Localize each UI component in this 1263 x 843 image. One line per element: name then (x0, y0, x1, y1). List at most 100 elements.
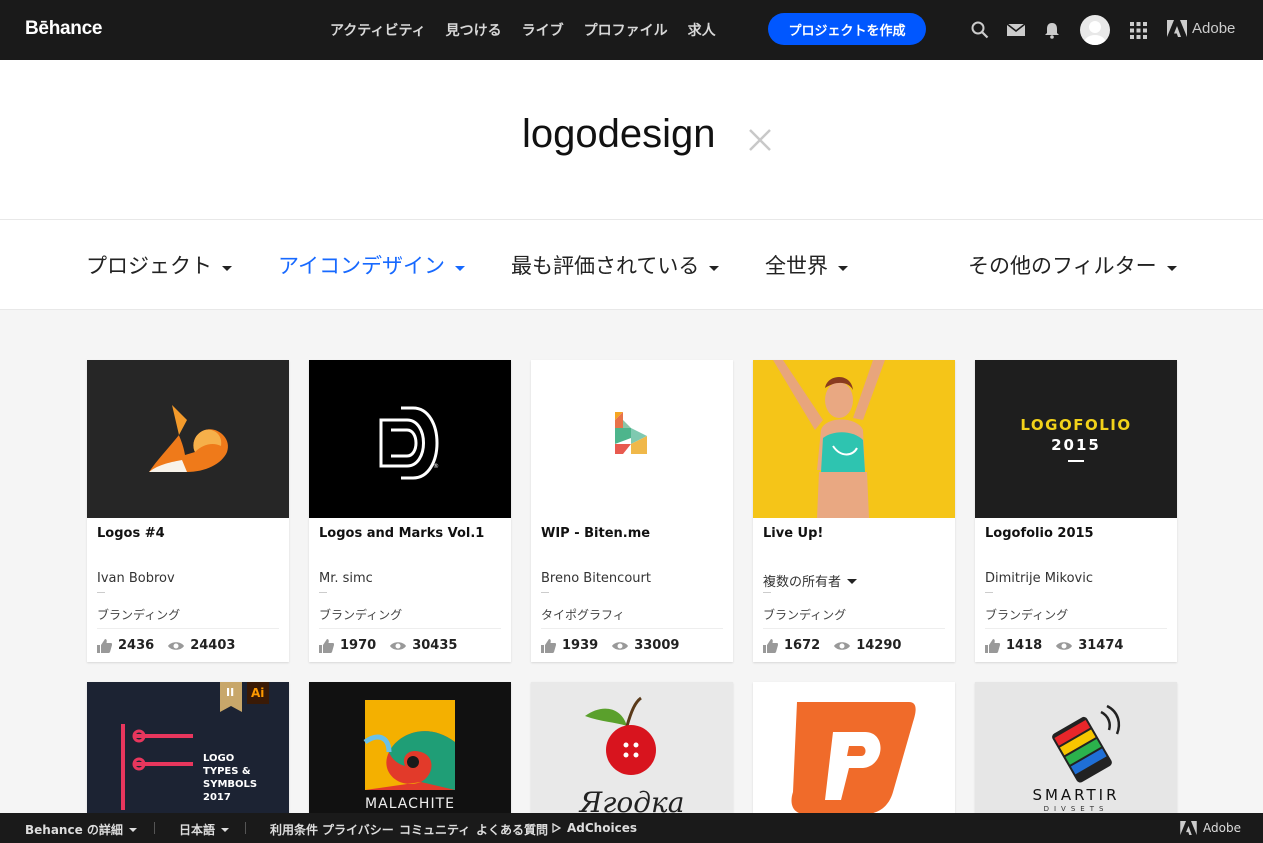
project-title[interactable]: Logos #4 (97, 526, 165, 541)
view-count: 24403 (190, 638, 236, 653)
footer-link-community[interactable]: コミュニティ (399, 821, 470, 838)
filter-label: 最も評価されている (511, 254, 700, 278)
filter-bar: プロジェクト アイコンデザイン 最も評価されている 全世界 その他のフィルター (0, 220, 1263, 310)
project-card[interactable]: MALACHITE (309, 682, 511, 822)
project-owner[interactable]: Ivan Bobrov (97, 571, 175, 586)
project-card[interactable]: II Ai LOGO TYPES & SYMBOLS 2017 (87, 682, 289, 822)
adobe-logo-icon (1180, 821, 1197, 835)
footer-language-label: 日本語 (179, 823, 216, 837)
bell-icon[interactable] (1042, 20, 1062, 40)
filter-content-type[interactable]: プロジェクト (86, 250, 232, 280)
owner-name: 複数の所有者 (763, 575, 842, 590)
project-card[interactable] (753, 682, 955, 822)
appreciation-count: 1970 (340, 638, 377, 653)
search-icon[interactable] (970, 20, 990, 40)
user-avatar[interactable] (1080, 15, 1110, 45)
project-card[interactable]: WIP - Biten.me Breno Bitencourt タイポグラフィ … (531, 360, 733, 662)
project-field[interactable]: ブランディング (319, 606, 402, 623)
thumbs-up-icon (97, 638, 112, 653)
divider (319, 592, 327, 593)
logo-types-line: 2017 (203, 792, 231, 803)
project-card[interactable]: Logos #4 Ivan Bobrov ブランディング 2436 24403 (87, 360, 289, 662)
footer-link-faq[interactable]: よくある質問 (476, 821, 548, 838)
project-card[interactable]: SMARTIR DIVSETS (975, 682, 1177, 822)
project-field[interactable]: ブランディング (763, 606, 846, 623)
filter-location[interactable]: 全世界 (765, 250, 848, 280)
chevron-down-icon (838, 265, 848, 271)
footer-about-behance[interactable]: Behance の詳細 (25, 821, 137, 838)
project-thumbnail[interactable]: LOGOFOLIO 2015 (975, 360, 1177, 518)
project-title[interactable]: Live Up! (763, 526, 823, 541)
project-owner[interactable]: Dimitrije Mikovic (985, 571, 1093, 586)
nav-link-live[interactable]: ライブ (522, 20, 564, 40)
project-thumbnail[interactable] (87, 360, 289, 518)
eye-icon (612, 641, 629, 651)
filter-creative-field[interactable]: アイコンデザイン (278, 250, 465, 280)
divider (97, 628, 279, 629)
divider (154, 822, 155, 834)
behance-logo[interactable]: Bēhance (25, 18, 102, 40)
fox-logo-image (149, 405, 228, 472)
project-title[interactable]: Logos and Marks Vol.1 (319, 526, 484, 541)
chevron-down-icon (847, 579, 858, 584)
project-owner[interactable]: Breno Bitencourt (541, 571, 651, 586)
project-owner[interactable]: 複数の所有者 (763, 571, 858, 590)
project-card[interactable]: LOGOFOLIO 2015 Logofolio 2015 Dimitrije … (975, 360, 1177, 662)
orange-p-logo-thumbnail (791, 702, 916, 814)
divider (319, 628, 501, 629)
footer-adchoices[interactable]: AdChoices (552, 821, 637, 835)
filter-more[interactable]: その他のフィルター (968, 250, 1177, 280)
logo-types-text: LOGO TYPES & SYMBOLS 2017 (203, 752, 257, 804)
filter-sort[interactable]: 最も評価されている (511, 250, 720, 280)
clear-search-icon[interactable] (746, 126, 774, 154)
nav-link-discover[interactable]: 見つける (446, 20, 502, 40)
thumbs-up-icon (541, 638, 556, 653)
footer-adobe-link[interactable]: Adobe (1180, 821, 1241, 835)
project-thumbnail[interactable]: ® (309, 360, 511, 518)
nav-link-activity[interactable]: アクティビティ (330, 20, 426, 40)
malachite-text: MALACHITE (365, 796, 455, 812)
project-owner[interactable]: Mr. simc (319, 571, 373, 586)
nav-link-jobs[interactable]: 求人 (688, 20, 716, 40)
filter-label: プロジェクト (86, 254, 212, 278)
adobe-label: Adobe (1192, 20, 1236, 37)
project-field[interactable]: ブランディング (985, 606, 1068, 623)
chevron-down-icon (1166, 265, 1177, 271)
apps-grid-icon[interactable] (1128, 20, 1148, 40)
adobe-logo-icon (1167, 20, 1187, 37)
chevron-down-icon (454, 265, 465, 271)
divider (245, 822, 246, 834)
create-project-button[interactable]: プロジェクトを作成 (768, 13, 926, 45)
project-thumbnail[interactable] (531, 360, 733, 518)
adobe-label: Adobe (1203, 821, 1241, 835)
project-thumbnail[interactable] (753, 360, 955, 518)
adchoices-label: AdChoices (567, 821, 637, 835)
svg-text:®: ® (433, 463, 439, 470)
project-title[interactable]: WIP - Biten.me (541, 526, 650, 541)
nav-link-profile[interactable]: プロファイル (584, 20, 668, 40)
search-term[interactable]: logodesign (522, 112, 716, 157)
adobe-link[interactable]: Adobe (1167, 20, 1235, 37)
eye-icon (834, 641, 851, 651)
divider (763, 592, 771, 593)
footer-link-terms[interactable]: 利用条件 (270, 821, 318, 838)
top-navigation-bar: Bēhance アクティビティ 見つける ライブ プロファイル 求人 プロジェク… (0, 0, 1263, 60)
db-monogram-image: ® (379, 406, 439, 480)
chevron-down-icon (128, 827, 137, 832)
filter-label: その他のフィルター (968, 254, 1157, 278)
appreciation-count: 1418 (1006, 638, 1043, 653)
divider (985, 628, 1167, 629)
footer-language[interactable]: 日本語 (179, 821, 230, 838)
project-card[interactable]: Ягодка (531, 682, 733, 822)
project-card[interactable]: Live Up! 複数の所有者 ブランディング 1672 14290 (753, 360, 955, 662)
main-nav-links: アクティビティ 見つける ライブ プロファイル 求人 (330, 0, 736, 60)
project-card[interactable]: ® Logos and Marks Vol.1 Mr. simc ブランディング… (309, 360, 511, 662)
project-field[interactable]: タイポグラフィ (541, 606, 625, 623)
project-title[interactable]: Logofolio 2015 (985, 526, 1094, 541)
project-stats: 2436 24403 (97, 638, 249, 653)
project-field[interactable]: ブランディング (97, 606, 180, 623)
adchoices-icon (552, 823, 561, 833)
project-stats: 1418 31474 (985, 638, 1137, 653)
footer-link-privacy[interactable]: プライバシー (322, 821, 394, 838)
mail-icon[interactable] (1006, 20, 1026, 40)
